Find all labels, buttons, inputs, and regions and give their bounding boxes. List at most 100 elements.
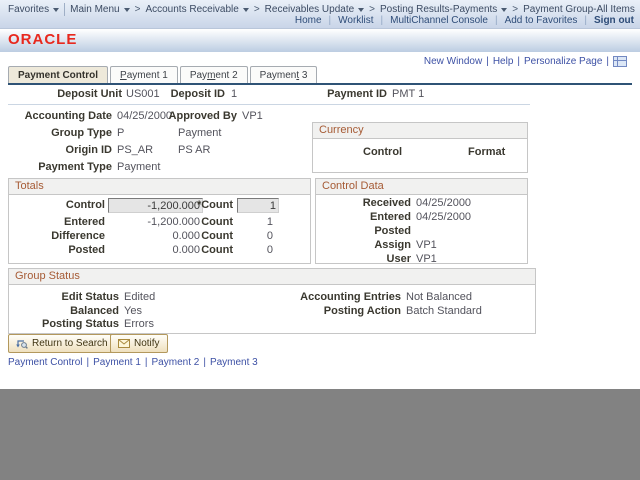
control-count-input[interactable] xyxy=(237,198,279,213)
currency-control-label: Control xyxy=(363,146,402,158)
payment-type-value: Payment xyxy=(117,161,160,173)
deposit-unit-label: Deposit Unit xyxy=(20,88,122,100)
footer-link-payment-3[interactable]: Payment 3 xyxy=(210,357,258,368)
totals-groupbox: Totals Control *Count Entered -1,200.000… xyxy=(8,178,311,264)
footer-link-separator: | xyxy=(145,357,148,368)
footer-link-separator: | xyxy=(86,357,89,368)
utility-separator: | xyxy=(584,15,587,26)
posted-amount-label: Posted xyxy=(9,244,105,256)
tab-payment-control[interactable]: Payment Control xyxy=(8,66,108,83)
group-status-groupbox-title: Group Status xyxy=(9,269,535,285)
return-to-search-button[interactable]: Return to Search xyxy=(8,334,116,353)
control-data-groupbox-title: Control Data xyxy=(316,179,527,195)
tab-label: Pay xyxy=(190,70,207,81)
accounting-entries-label: Accounting Entries xyxy=(259,291,401,303)
return-magnifier-icon xyxy=(16,338,28,350)
page-footer-links: Payment Control | Payment 1 | Payment 2 … xyxy=(8,357,258,368)
tab-label: 3 xyxy=(299,70,307,81)
balanced-label: Balanced xyxy=(9,305,119,317)
utility-separator: | xyxy=(329,15,332,26)
multichannel-console-link[interactable]: MultiChannel Console xyxy=(390,15,488,26)
group-status-groupbox: Group Status Edit Status Edited Accounti… xyxy=(8,268,536,334)
utility-separator: | xyxy=(381,15,384,26)
posting-status-value: Errors xyxy=(124,318,154,330)
favorites-menu[interactable]: Favorites xyxy=(8,4,59,15)
origin-id-description: PS AR xyxy=(178,144,210,156)
received-label: Received xyxy=(316,197,411,209)
home-link[interactable]: Home xyxy=(295,15,322,26)
posted-label: Posted xyxy=(316,225,411,237)
tab-payment-1[interactable]: Payment 1 xyxy=(110,66,178,83)
difference-count-value: 0 xyxy=(239,230,273,242)
posted-count-value: 0 xyxy=(239,244,273,256)
control-amount-label: Control xyxy=(9,199,105,211)
breadcrumb-posting-results-payments[interactable]: Posting Results-Payments xyxy=(380,4,507,15)
balanced-value: Yes xyxy=(124,305,142,317)
deposit-id-value: 1 xyxy=(231,88,237,100)
notify-button[interactable]: Notify xyxy=(110,334,168,353)
branding-band: ORACLE xyxy=(0,29,640,52)
origin-id-value: PS_AR xyxy=(117,144,153,156)
entered-count-value: 1 xyxy=(239,216,273,228)
assign-label: Assign xyxy=(316,239,411,251)
currency-groupbox-title: Currency xyxy=(313,123,527,139)
tab-label: ent 2 xyxy=(215,70,237,81)
main-menu[interactable]: Main Menu xyxy=(70,4,129,15)
deposit-id-label: Deposit ID xyxy=(150,88,225,100)
component-tabs: Payment Control Payment 1 Payment 2 Paym… xyxy=(8,66,632,85)
entered-count-label: Count xyxy=(159,216,233,228)
tab-payment-3[interactable]: Payment 3 xyxy=(250,66,318,83)
footer-link-separator: | xyxy=(203,357,206,368)
posted-count-label: Count xyxy=(159,244,233,256)
tab-payment-2[interactable]: Payment 2 xyxy=(180,66,248,83)
entered-label: Entered xyxy=(316,211,411,223)
main-menu-label: Main Menu xyxy=(70,4,119,15)
accounting-date-label: Accounting Date xyxy=(0,110,112,122)
sign-out-link[interactable]: Sign out xyxy=(594,15,634,26)
breadcrumb-accounts-receivable[interactable]: Accounts Receivable xyxy=(145,4,248,15)
group-type-value: P xyxy=(117,127,124,139)
entered-value: 04/25/2000 xyxy=(416,211,471,223)
tab-label: Payment Control xyxy=(18,70,98,81)
group-type-label: Group Type xyxy=(0,127,112,139)
dropdown-arrow-icon xyxy=(124,8,130,12)
return-to-search-label: Return to Search xyxy=(32,338,108,349)
difference-amount-label: Difference xyxy=(9,230,105,242)
worklist-link[interactable]: Worklist xyxy=(338,15,373,26)
breadcrumb-label: Posting Results-Payments xyxy=(380,4,497,15)
assign-value: VP1 xyxy=(416,239,437,251)
dropdown-arrow-icon xyxy=(53,8,59,12)
origin-id-label: Origin ID xyxy=(0,144,112,156)
group-type-description: Payment xyxy=(178,127,221,139)
notify-label: Notify xyxy=(134,338,160,349)
breadcrumb-receivables-update[interactable]: Receivables Update xyxy=(265,4,365,15)
breadcrumb-label: Receivables Update xyxy=(265,4,355,15)
control-count-label: *Count xyxy=(159,199,233,211)
breadcrumb-current-page: Payment Group-All Items xyxy=(523,4,635,15)
footer-link-payment-2[interactable]: Payment 2 xyxy=(152,357,200,368)
approved-by-value: VP1 xyxy=(242,110,263,122)
payment-type-label: Payment Type xyxy=(0,161,112,173)
footer-link-payment-1[interactable]: Payment 1 xyxy=(93,357,141,368)
dropdown-arrow-icon xyxy=(358,8,364,12)
dropdown-arrow-icon xyxy=(243,8,249,12)
control-data-groupbox: Control Data Received 04/25/2000 Entered… xyxy=(315,178,528,264)
footer-link-payment-control[interactable]: Payment Control xyxy=(8,357,82,368)
posting-action-label: Posting Action xyxy=(259,305,401,317)
approved-by-label: Approved By xyxy=(147,110,237,122)
posting-action-value: Batch Standard xyxy=(406,305,482,317)
tab-label: Paymen xyxy=(260,70,297,81)
tab-label: ayment 1 xyxy=(127,70,168,81)
breadcrumb-divider xyxy=(64,3,65,16)
breadcrumb-separator: > xyxy=(512,4,518,15)
breadcrumb-separator: > xyxy=(369,4,375,15)
currency-groupbox: Currency Control Format xyxy=(312,122,528,173)
totals-groupbox-title: Totals xyxy=(9,179,310,195)
payment-id-value: PMT 1 xyxy=(392,88,424,100)
user-value: VP1 xyxy=(416,253,437,265)
difference-count-label: Count xyxy=(159,230,233,242)
edit-status-label: Edit Status xyxy=(9,291,119,303)
currency-format-label: Format xyxy=(468,146,505,158)
add-to-favorites-link[interactable]: Add to Favorites xyxy=(505,15,578,26)
portal-header: Favorites Main Menu > Accounts Receivabl… xyxy=(0,0,640,29)
